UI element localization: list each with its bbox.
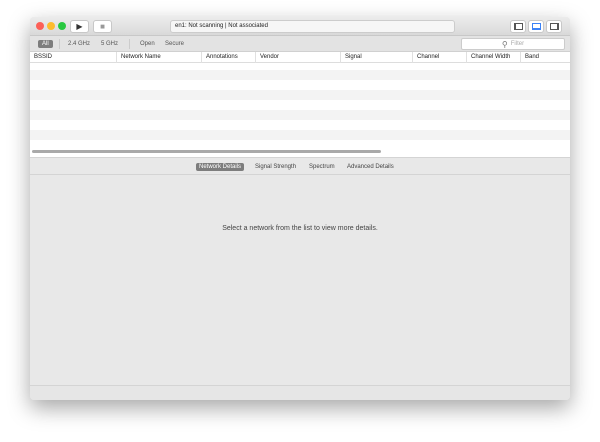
minimize-button[interactable] bbox=[47, 22, 55, 30]
table-row bbox=[30, 70, 570, 80]
app-window: ▶ ■ en1: Not scanning | Not associated A… bbox=[30, 17, 570, 400]
table-row bbox=[30, 90, 570, 100]
play-button[interactable]: ▶ bbox=[70, 20, 89, 33]
filter-2-4ghz[interactable]: 2.4 GHz bbox=[68, 40, 90, 48]
column-channel[interactable]: Channel bbox=[412, 52, 439, 63]
column-channel-width[interactable]: Channel Width bbox=[466, 52, 510, 63]
table-row bbox=[30, 110, 570, 120]
sidebar-left-icon bbox=[513, 23, 523, 30]
horizontal-scrollbar[interactable] bbox=[32, 150, 381, 153]
column-bssid[interactable]: BSSID bbox=[30, 52, 52, 63]
filter-placeholder: Filter bbox=[510, 41, 525, 47]
filter-5ghz[interactable]: 5 GHz bbox=[101, 40, 118, 48]
column-signal[interactable]: Signal bbox=[340, 52, 362, 63]
tab-network-details[interactable]: Network Details bbox=[196, 163, 245, 171]
divider bbox=[129, 39, 130, 49]
title-bar: ▶ ■ en1: Not scanning | Not associated bbox=[30, 17, 570, 36]
detail-tabs: Network Details Signal Strength Spectrum… bbox=[30, 157, 570, 175]
zoom-button[interactable] bbox=[58, 22, 66, 30]
toggle-right-pane-button[interactable] bbox=[546, 20, 562, 33]
table-row bbox=[30, 130, 570, 140]
column-annotations[interactable]: Annotations bbox=[201, 52, 238, 63]
tab-spectrum[interactable]: Spectrum bbox=[306, 163, 338, 171]
play-icon: ▶ bbox=[76, 22, 83, 31]
stop-icon: ■ bbox=[100, 22, 105, 31]
empty-details-message: Select a network from the list to view m… bbox=[222, 225, 378, 232]
toggle-left-pane-button[interactable] bbox=[510, 20, 526, 33]
column-network-name[interactable]: Network Name bbox=[116, 52, 161, 63]
filter-all[interactable]: All bbox=[38, 40, 53, 48]
tab-signal-strength[interactable]: Signal Strength bbox=[252, 163, 299, 171]
status-field: en1: Not scanning | Not associated bbox=[170, 20, 455, 33]
column-band[interactable]: Band bbox=[520, 52, 539, 63]
divider bbox=[59, 39, 60, 49]
tab-advanced-details[interactable]: Advanced Details bbox=[344, 163, 397, 171]
column-vendor[interactable]: Vendor bbox=[255, 52, 279, 63]
filter-input[interactable]: ⚲ Filter bbox=[461, 38, 565, 50]
table-header: BSSID Network Name Annotations Vendor Si… bbox=[30, 52, 570, 63]
toggle-bottom-pane-button[interactable] bbox=[528, 20, 544, 33]
sidebar-right-icon bbox=[549, 23, 559, 30]
stop-button[interactable]: ■ bbox=[93, 20, 112, 33]
search-icon: ⚲ bbox=[501, 39, 508, 49]
filter-bar: All 2.4 GHz 5 GHz Open Secure ⚲ Filter bbox=[30, 36, 570, 52]
bottom-bar bbox=[30, 385, 570, 400]
close-button[interactable] bbox=[36, 22, 44, 30]
panel-bottom-icon bbox=[531, 23, 541, 30]
network-table: BSSID Network Name Annotations Vendor Si… bbox=[30, 52, 570, 157]
filter-secure[interactable]: Secure bbox=[165, 40, 184, 48]
filter-open[interactable]: Open bbox=[140, 40, 155, 48]
